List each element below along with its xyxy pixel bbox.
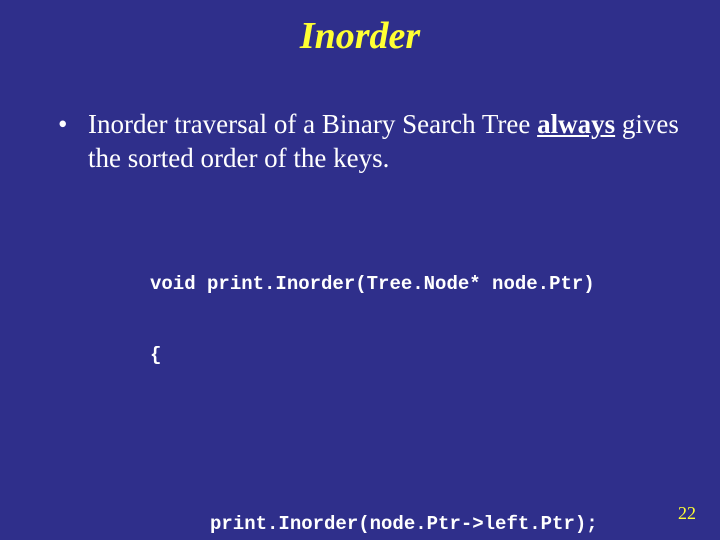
slide-title: Inorder xyxy=(0,0,720,58)
bullet-text-emph: always xyxy=(537,109,615,139)
code-brace-open: { xyxy=(150,344,680,368)
code-body: print.Inorder(node.Ptr->left.Ptr); print… xyxy=(150,416,680,540)
slide-body: Inorder traversal of a Binary Search Tre… xyxy=(0,58,720,540)
code-line: print.Inorder(node.Ptr->left.Ptr); xyxy=(210,513,680,537)
bullet-text-pre: Inorder traversal of a Binary Search Tre… xyxy=(88,109,537,139)
code-block: void print.Inorder(Tree.Node* node.Ptr) … xyxy=(50,176,680,540)
slide: Inorder Inorder traversal of a Binary Se… xyxy=(0,0,720,540)
code-signature: void print.Inorder(Tree.Node* node.Ptr) xyxy=(150,273,680,297)
bullet-item: Inorder traversal of a Binary Search Tre… xyxy=(50,108,680,176)
page-number: 22 xyxy=(678,503,696,524)
